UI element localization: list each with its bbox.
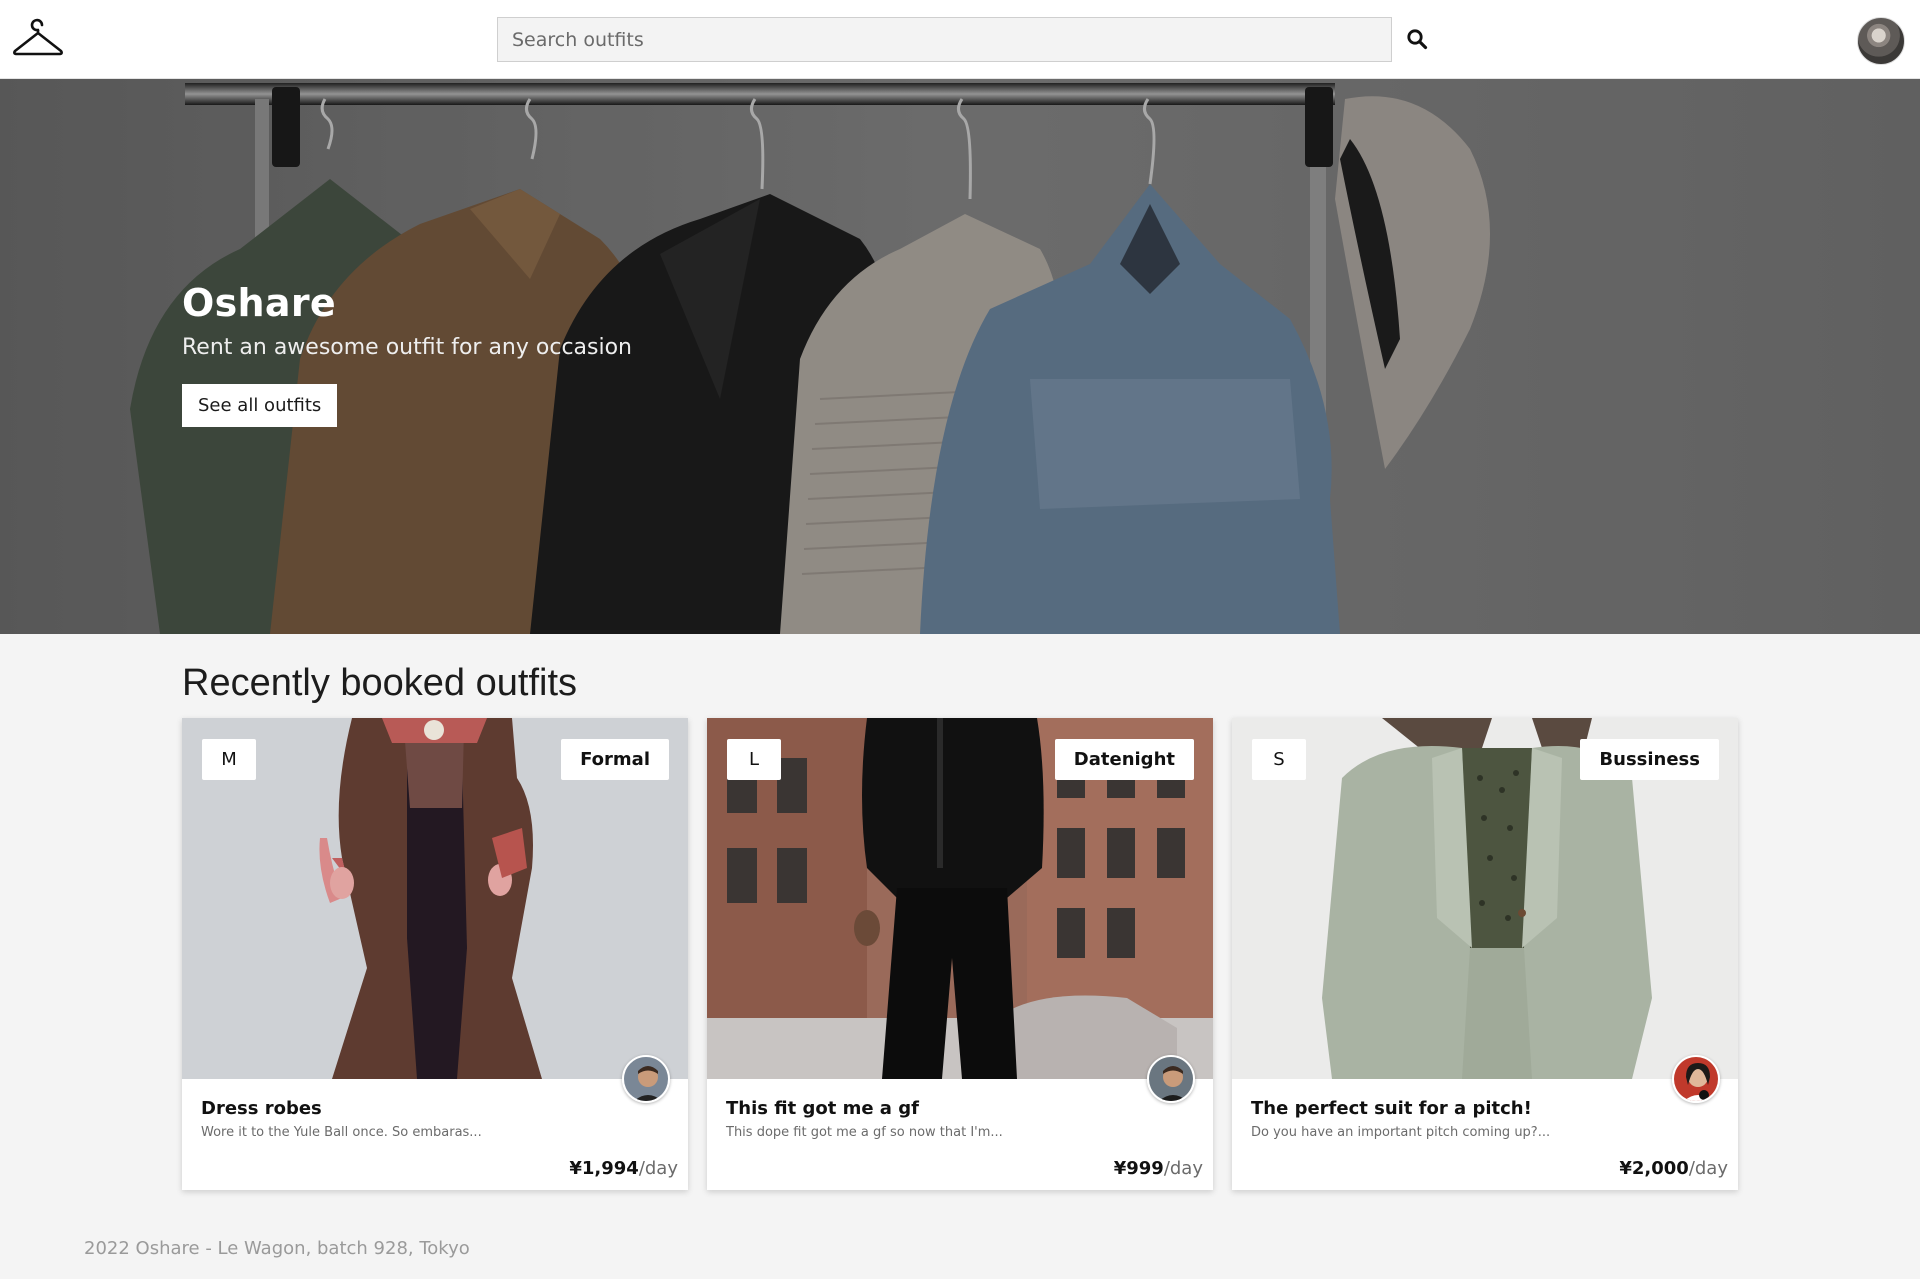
hero-banner: Oshare Rent an awesome outfit for any oc… <box>0 79 1920 634</box>
outfit-card[interactable]: M Formal Dress robes Wore it to the Yule… <box>182 718 688 1190</box>
outfit-price: ¥2,000/day <box>1619 1158 1728 1179</box>
outfit-price: ¥1,994/day <box>569 1158 678 1179</box>
hero-subtitle: Rent an awesome outfit for any occasion <box>182 335 633 360</box>
hero-title: Oshare <box>182 281 336 325</box>
outfit-card[interactable]: L Datenight This fit got me a gf This do… <box>707 718 1213 1190</box>
outfit-description: Wore it to the Yule Ball once. So embara… <box>201 1125 482 1140</box>
user-avatar[interactable] <box>1857 17 1905 65</box>
outfit-description: This dope fit got me a gf so now that I'… <box>726 1125 1003 1140</box>
search-icon[interactable] <box>1403 25 1431 53</box>
category-badge: Formal <box>561 739 669 780</box>
outfit-card[interactable]: S Bussiness The perfect suit for a pitch… <box>1232 718 1738 1190</box>
outfit-description: Do you have an important pitch coming up… <box>1251 1125 1551 1140</box>
search-bar <box>497 17 1392 62</box>
see-all-outfits-button[interactable]: See all outfits <box>182 384 338 427</box>
owner-avatar[interactable] <box>622 1055 670 1103</box>
size-badge: L <box>727 739 781 780</box>
outfit-title: The perfect suit for a pitch! <box>1251 1098 1532 1119</box>
outfit-title: This fit got me a gf <box>726 1098 919 1119</box>
outfit-title: Dress robes <box>201 1098 322 1119</box>
owner-avatar[interactable] <box>1672 1055 1720 1103</box>
price-amount: ¥1,994 <box>569 1158 639 1179</box>
price-unit: /day <box>638 1158 678 1179</box>
price-amount: ¥999 <box>1113 1158 1164 1179</box>
owner-avatar[interactable] <box>1147 1055 1195 1103</box>
size-badge: S <box>1252 739 1306 780</box>
category-badge: Bussiness <box>1580 739 1719 780</box>
hanger-icon[interactable] <box>12 18 64 60</box>
section-title: Recently booked outfits <box>182 662 578 704</box>
footer-text: 2022 Oshare - Le Wagon, batch 928, Tokyo <box>84 1238 470 1259</box>
outfit-price: ¥999/day <box>1114 1158 1203 1179</box>
size-badge: M <box>202 739 256 780</box>
price-unit: /day <box>1163 1158 1203 1179</box>
search-input[interactable] <box>497 17 1392 62</box>
price-amount: ¥2,000 <box>1619 1158 1689 1179</box>
navbar <box>0 0 1920 79</box>
hero-content: Oshare Rent an awesome outfit for any oc… <box>182 281 632 427</box>
category-badge: Datenight <box>1054 739 1194 780</box>
price-unit: /day <box>1688 1158 1728 1179</box>
